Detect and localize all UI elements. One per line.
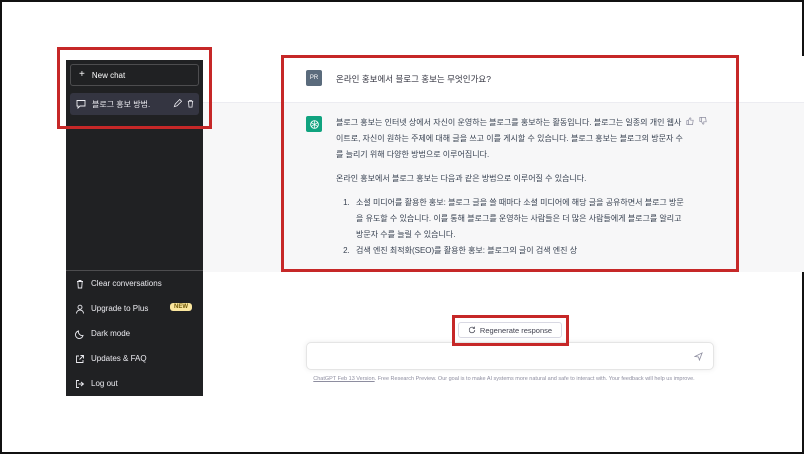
message-input[interactable] (315, 349, 685, 365)
thumbs-down-icon[interactable] (699, 117, 707, 125)
menu-label: Upgrade to Plus (91, 304, 149, 313)
refresh-icon (468, 326, 476, 334)
answer-list-item: 소셜 미디어를 활용한 홍보: 블로그 글을 쓸 때마다 소셜 미디어에 해당 … (352, 195, 684, 243)
footer-text: . Free Research Preview. Our goal is to … (374, 376, 695, 382)
sidebar-conversation-item[interactable]: 블로그 홍보 방법. (70, 93, 199, 115)
message-input-box (306, 342, 714, 370)
new-chat-label: New chat (91, 70, 126, 80)
send-icon[interactable] (694, 352, 703, 361)
clear-conversations-button[interactable]: Clear conversations (66, 271, 203, 296)
plus-icon: + (79, 69, 85, 80)
upgrade-to-plus-button[interactable]: Upgrade to Plus NEW (66, 296, 203, 321)
new-badge: NEW (170, 303, 192, 311)
thumbs-up-icon[interactable] (686, 117, 694, 125)
sidebar: + New chat 블로그 홍보 방법. Clear conversation… (66, 60, 203, 396)
user-question: 온라인 홍보에서 블로그 홍보는 무엇인가요? (336, 74, 491, 84)
user-icon (76, 304, 84, 314)
regenerate-label: Regenerate response (479, 325, 553, 335)
regenerate-response-button[interactable]: Regenerate response (458, 322, 562, 338)
delete-icon[interactable] (186, 99, 195, 108)
assistant-answer: 블로그 홍보는 인터넷 상에서 자신이 운영하는 블로그를 홍보하는 활동입니다… (336, 115, 684, 259)
logout-icon (76, 379, 85, 388)
openai-logo-icon (309, 119, 319, 129)
chatgpt-avatar (306, 116, 322, 132)
sidebar-menu: Clear conversations Upgrade to Plus NEW … (66, 270, 203, 396)
moon-icon (75, 329, 84, 339)
answer-paragraph: 블로그 홍보는 인터넷 상에서 자신이 운영하는 블로그를 홍보하는 활동입니다… (336, 118, 683, 159)
version-link[interactable]: ChatGPT Feb 13 Version (313, 376, 374, 382)
dark-mode-button[interactable]: Dark mode (66, 321, 203, 346)
footer-disclaimer: ChatGPT Feb 13 Version. Free Research Pr… (204, 376, 804, 382)
answer-list-item: 검색 엔진 최적화(SEO)를 활용한 홍보: 블로그의 글이 검색 엔진 상 (352, 243, 684, 259)
answer-paragraph: 온라인 홍보에서 블로그 홍보는 다음과 같은 방법으로 이루어질 수 있습니다… (336, 174, 587, 183)
updates-faq-link[interactable]: Updates & FAQ (66, 346, 203, 371)
answer-list: 소셜 미디어를 활용한 홍보: 블로그 글을 쓸 때마다 소셜 미디어에 해당 … (336, 195, 684, 259)
new-chat-button[interactable]: + New chat (70, 64, 199, 86)
log-out-button[interactable]: Log out (66, 371, 203, 396)
edit-icon[interactable] (173, 99, 182, 108)
trash-icon (77, 279, 83, 288)
menu-label: Updates & FAQ (91, 354, 147, 363)
chat-bubble-icon (76, 100, 86, 109)
menu-label: Log out (91, 379, 118, 388)
menu-label: Dark mode (91, 329, 131, 338)
conversation-title: 블로그 홍보 방법. (92, 99, 151, 109)
user-avatar: PR (306, 70, 322, 86)
menu-label: Clear conversations (91, 279, 162, 288)
feedback-buttons (686, 117, 707, 125)
user-message-row (203, 56, 804, 102)
external-link-icon (76, 354, 84, 363)
